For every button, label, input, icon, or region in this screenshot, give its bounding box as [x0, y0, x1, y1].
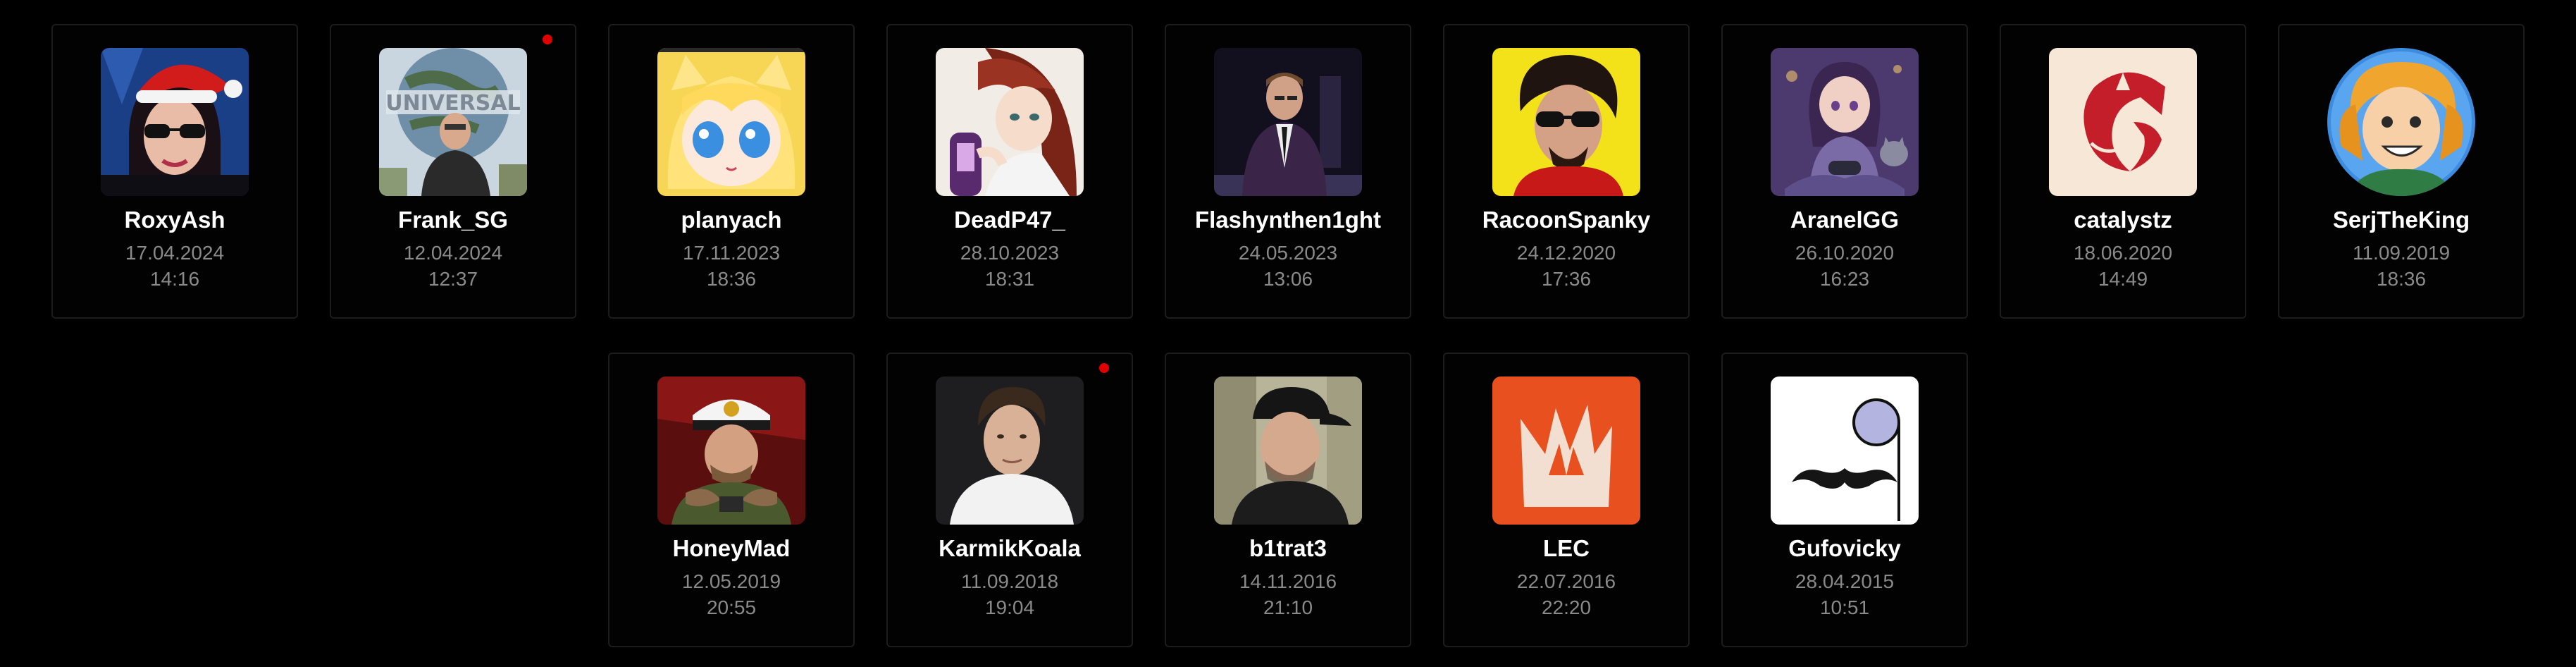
cartoon-blonde-man-avatar — [2327, 48, 2475, 196]
follow-time: 16:23 — [1819, 268, 1870, 290]
avatar[interactable] — [657, 377, 805, 525]
user-name: RacoonSpanky — [1482, 207, 1651, 233]
avatar[interactable] — [657, 48, 805, 196]
user-card-planyach[interactable]: planyach 17.11.2023 18:36 — [608, 24, 855, 319]
unread-indicator-dot — [1099, 363, 1109, 373]
anime-redhair-character-avatar — [936, 48, 1084, 196]
follow-time: 18:31 — [984, 268, 1035, 290]
follow-time: 10:51 — [1819, 596, 1870, 618]
follow-time: 18:36 — [706, 268, 757, 290]
user-card-b1trat3[interactable]: b1trat3 14.11.2016 21:10 — [1165, 353, 1411, 647]
user-name: catalystz — [2074, 207, 2172, 233]
follow-date: 17.11.2023 — [682, 242, 781, 264]
follow-date: 17.04.2024 — [125, 242, 225, 264]
user-name: LEC — [1543, 535, 1590, 561]
follow-time: 13:06 — [1263, 268, 1313, 290]
red-fox-logo-avatar — [2049, 48, 2197, 196]
avatar[interactable] — [1214, 377, 1362, 525]
avatar[interactable] — [2049, 48, 2197, 196]
user-name: planyach — [681, 207, 782, 233]
woman-santa-hat-avatar — [101, 48, 249, 196]
follow-date: 28.04.2015 — [1795, 570, 1895, 592]
follow-date: 12.05.2019 — [681, 570, 781, 592]
follow-date: 22.07.2016 — [1516, 570, 1616, 592]
navy-captain-avatar — [657, 377, 805, 525]
follow-date: 26.10.2020 — [1795, 242, 1895, 264]
anime-gamer-girl-avatar — [1771, 48, 1919, 196]
avatar[interactable] — [1771, 377, 1919, 525]
follow-time: 21:10 — [1263, 596, 1313, 618]
avatar[interactable] — [1492, 377, 1640, 525]
user-card-lec[interactable]: LEC 22.07.2016 22:20 — [1443, 353, 1690, 647]
follow-date: 11.09.2018 — [960, 570, 1059, 592]
user-name: Flashynthen1ght — [1194, 207, 1382, 233]
man-white-shirt-avatar — [936, 377, 1084, 525]
avatar[interactable] — [936, 48, 1084, 196]
user-name: DeadP47_ — [954, 207, 1065, 233]
unread-indicator-dot — [543, 35, 552, 44]
user-card-frank-sg[interactable]: UNIVERSAL Frank_SG 12.04.2024 12:37 — [330, 24, 576, 319]
user-name: RoxyAsh — [124, 207, 225, 233]
svg-text:UNIVERSAL: UNIVERSAL — [385, 91, 520, 116]
follow-date: 11.09.2019 — [2352, 242, 2451, 264]
user-card-racoonspanky[interactable]: RacoonSpanky 24.12.2020 17:36 — [1443, 24, 1690, 319]
follow-date: 18.06.2020 — [2073, 242, 2173, 264]
user-name: Frank_SG — [398, 207, 508, 233]
follow-date: 14.11.2016 — [1239, 570, 1337, 592]
user-card-aranelgg[interactable]: AranelGG 26.10.2020 16:23 — [1721, 24, 1968, 319]
user-card-flashynthen1ght[interactable]: Flashynthen1ght 24.05.2023 13:06 — [1165, 24, 1411, 319]
user-name: KarmikKoala — [939, 535, 1081, 561]
follow-date: 24.05.2023 — [1238, 242, 1338, 264]
follow-time: 20:55 — [706, 596, 757, 618]
avatar[interactable] — [1771, 48, 1919, 196]
avatar[interactable] — [101, 48, 249, 196]
follow-time: 12:37 — [428, 268, 478, 290]
user-card-serjtheking[interactable]: SerjTheKing 11.09.2019 18:36 — [2278, 24, 2525, 319]
avatar[interactable] — [1492, 48, 1640, 196]
lec-crown-logo-avatar — [1492, 377, 1640, 525]
follow-time: 14:16 — [149, 268, 200, 290]
followers-row-2: HoneyMad 12.05.2019 20:55 KarmikKoala 11… — [0, 353, 2576, 647]
avatar[interactable] — [1214, 48, 1362, 196]
user-name: HoneyMad — [672, 535, 791, 561]
follow-date: 12.04.2024 — [403, 242, 503, 264]
man-universal-globe-avatar: UNIVERSAL — [379, 48, 527, 196]
follow-date: 28.10.2023 — [960, 242, 1060, 264]
mustache-monocle-avatar — [1771, 377, 1919, 525]
user-card-catalystz[interactable]: catalystz 18.06.2020 14:49 — [2000, 24, 2246, 319]
user-card-gufovicky[interactable]: Gufovicky 28.04.2015 10:51 — [1721, 353, 1968, 647]
man-sunglasses-yellow-avatar — [1492, 48, 1640, 196]
man-black-cap-avatar — [1214, 377, 1362, 525]
user-card-deadp47[interactable]: DeadP47_ 28.10.2023 18:31 — [886, 24, 1133, 319]
user-name: b1trat3 — [1249, 535, 1327, 561]
followers-row-1: RoxyAsh 17.04.2024 14:16 UNIVERSAL Frank… — [0, 24, 2576, 319]
follow-time: 19:04 — [984, 596, 1035, 618]
avatar[interactable] — [936, 377, 1084, 525]
avatar[interactable] — [2327, 48, 2475, 196]
user-card-honeymad[interactable]: HoneyMad 12.05.2019 20:55 — [608, 353, 855, 647]
followers-grid: RoxyAsh 17.04.2024 14:16 UNIVERSAL Frank… — [0, 0, 2576, 667]
user-card-roxyash[interactable]: RoxyAsh 17.04.2024 14:16 — [51, 24, 298, 319]
follow-date: 24.12.2020 — [1516, 242, 1616, 264]
follow-time: 14:49 — [2098, 268, 2148, 290]
man-suit-stage-avatar — [1214, 48, 1362, 196]
follow-time: 22:20 — [1541, 596, 1592, 618]
follow-time: 17:36 — [1541, 268, 1592, 290]
anime-blonde-girl-avatar — [657, 48, 805, 196]
avatar[interactable]: UNIVERSAL — [379, 48, 527, 196]
follow-time: 18:36 — [2376, 268, 2427, 290]
user-name: AranelGG — [1790, 207, 1900, 233]
user-name: Gufovicky — [1788, 535, 1901, 561]
user-card-karmikkoala[interactable]: KarmikKoala 11.09.2018 19:04 — [886, 353, 1133, 647]
user-name: SerjTheKing — [2332, 207, 2470, 233]
